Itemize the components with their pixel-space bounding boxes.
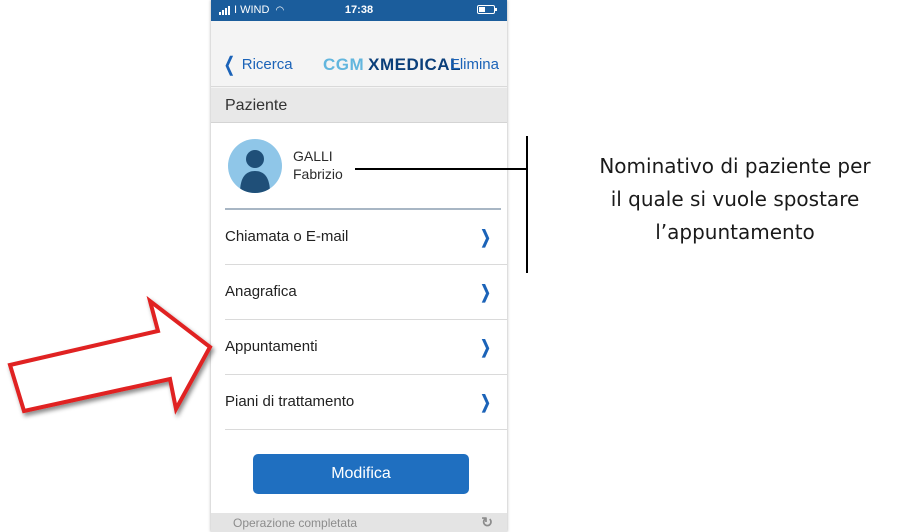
menu-item-registry[interactable]: Anagrafica ❯ — [225, 265, 507, 320]
patient-last-name: GALLI — [293, 148, 333, 164]
annotation-text: Nominativo di paziente per il quale si v… — [545, 150, 906, 249]
menu-list: Chiamata o E-mail ❯ Anagrafica ❯ Appunta… — [211, 210, 507, 430]
menu-item-label: Piani di trattamento — [225, 393, 355, 410]
chevron-right-icon: ❯ — [480, 282, 491, 302]
annotation-line-2: il quale si vuole spostare — [610, 187, 860, 211]
status-time: 17:38 — [344, 4, 374, 16]
avatar — [228, 139, 282, 193]
menu-item-label: Anagrafica — [225, 283, 297, 300]
refresh-icon[interactable]: ↻ — [481, 514, 493, 531]
section-title: Paziente — [225, 97, 288, 114]
patient-card: GALLI Fabrizio — [211, 123, 507, 208]
status-bar: I WIND ◠ 17:38 — [211, 0, 507, 21]
menu-item-label: Appuntamenti — [225, 338, 318, 355]
red-arrow-icon — [7, 295, 213, 415]
menu-item-contact[interactable]: Chiamata o E-mail ❯ — [225, 210, 507, 265]
delete-button[interactable]: Elimina — [450, 56, 499, 73]
brand-logo: CGM XMEDICAL — [323, 55, 461, 75]
brand-cgm: CGM — [323, 55, 365, 74]
chevron-right-icon: ❯ — [480, 392, 491, 412]
status-message: Operazione completata — [233, 516, 358, 530]
back-button[interactable]: ❮ Ricerca — [221, 53, 293, 76]
annotation-line-1: Nominativo di paziente per — [599, 154, 871, 178]
navigation-bar: ❮ Ricerca CGM XMEDICAL Elimina — [211, 21, 507, 87]
menu-item-treatment-plans[interactable]: Piani di trattamento ❯ — [225, 375, 507, 430]
callout-line — [355, 168, 527, 170]
callout-bracket — [526, 136, 528, 273]
annotation-line-3: l’appuntamento — [655, 220, 815, 244]
chevron-left-icon: ❮ — [223, 53, 236, 76]
modify-button[interactable]: Modifica — [253, 454, 469, 494]
patient-first-name: Fabrizio — [293, 166, 343, 182]
back-label: Ricerca — [241, 56, 293, 73]
battery-icon — [477, 5, 497, 14]
patient-name: GALLI Fabrizio — [293, 147, 343, 183]
menu-item-label: Chiamata o E-mail — [225, 228, 349, 245]
menu-item-appointments[interactable]: Appuntamenti ❯ — [225, 320, 507, 375]
chevron-right-icon: ❯ — [480, 337, 491, 357]
patient-detail: GALLI Fabrizio Chiamata o E-mail ❯ Anagr… — [211, 123, 507, 515]
brand-product: XMEDICAL — [368, 55, 461, 74]
person-icon — [240, 150, 270, 193]
status-footer: Operazione completata ↻ — [211, 513, 507, 532]
section-header: Paziente — [211, 88, 507, 123]
phone-screen: I WIND ◠ 17:38 ❮ Ricerca CGM XMEDICAL Eli… — [211, 0, 507, 532]
chevron-right-icon: ❯ — [480, 227, 491, 247]
